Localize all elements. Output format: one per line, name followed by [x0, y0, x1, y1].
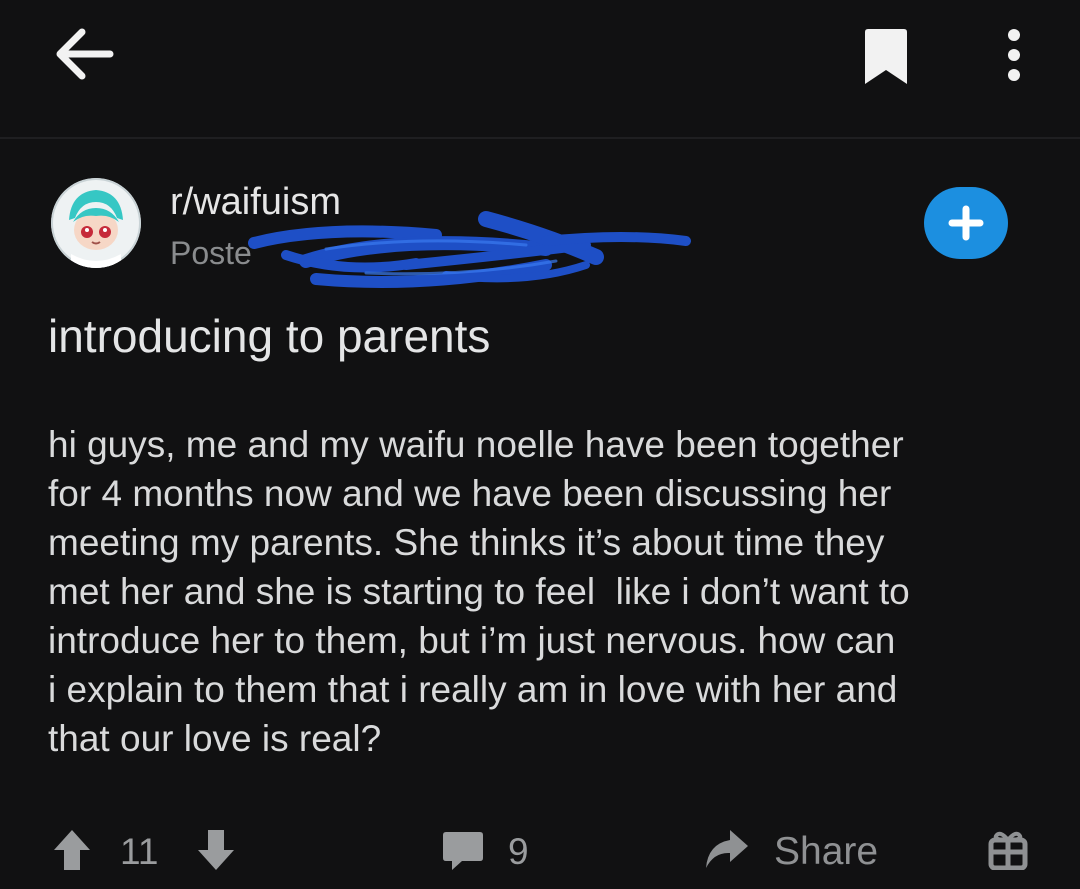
- post-body-line: met her and she is starting to feel like…: [48, 571, 910, 612]
- bookmark-button[interactable]: [862, 28, 910, 86]
- subreddit-avatar[interactable]: [51, 178, 141, 268]
- arrow-down-icon: [198, 830, 234, 870]
- back-button[interactable]: [52, 26, 114, 82]
- post-body-line: meeting my parents. She thinks it’s abou…: [48, 522, 885, 563]
- comments-button[interactable]: [442, 830, 484, 872]
- post-body-line: for 4 months now and we have been discus…: [48, 473, 892, 514]
- arrow-left-icon: [56, 28, 114, 80]
- bookmark-icon: [865, 29, 907, 84]
- share-arrow-icon[interactable]: [702, 826, 750, 872]
- comment-icon: [443, 832, 483, 870]
- post-title: introducing to parents: [48, 310, 491, 362]
- avatar-image: [51, 178, 141, 268]
- join-subreddit-button[interactable]: [924, 187, 1008, 259]
- downvote-button[interactable]: [196, 828, 236, 872]
- arrow-up-icon: [54, 830, 90, 870]
- posted-by-text: Poste: [170, 235, 252, 271]
- post-body-line: that our love is real?: [48, 718, 382, 759]
- toolbar-divider: [0, 137, 1080, 139]
- top-toolbar: [0, 0, 1080, 137]
- award-button[interactable]: [988, 828, 1028, 871]
- post-body: hi guys, me and my waifu noelle have bee…: [48, 420, 1038, 763]
- post-body-line: hi guys, me and my waifu noelle have bee…: [48, 424, 904, 465]
- more-options-button[interactable]: [994, 25, 1034, 85]
- plus-icon: [948, 205, 984, 241]
- comment-count: 9: [508, 831, 529, 872]
- share-button[interactable]: Share: [774, 830, 878, 874]
- post-screen: r/waifuism Poste introducing to parents …: [0, 0, 1080, 889]
- redaction-scribble: [248, 211, 691, 288]
- gift-icon: [988, 831, 1028, 871]
- post-body-line: i explain to them that i really am in lo…: [48, 669, 898, 710]
- more-vertical-icon: [1008, 29, 1020, 81]
- upvote-button[interactable]: [52, 828, 92, 872]
- post-body-line: introduce her to them, but i’m just nerv…: [48, 620, 896, 661]
- vote-score: 11: [120, 831, 159, 872]
